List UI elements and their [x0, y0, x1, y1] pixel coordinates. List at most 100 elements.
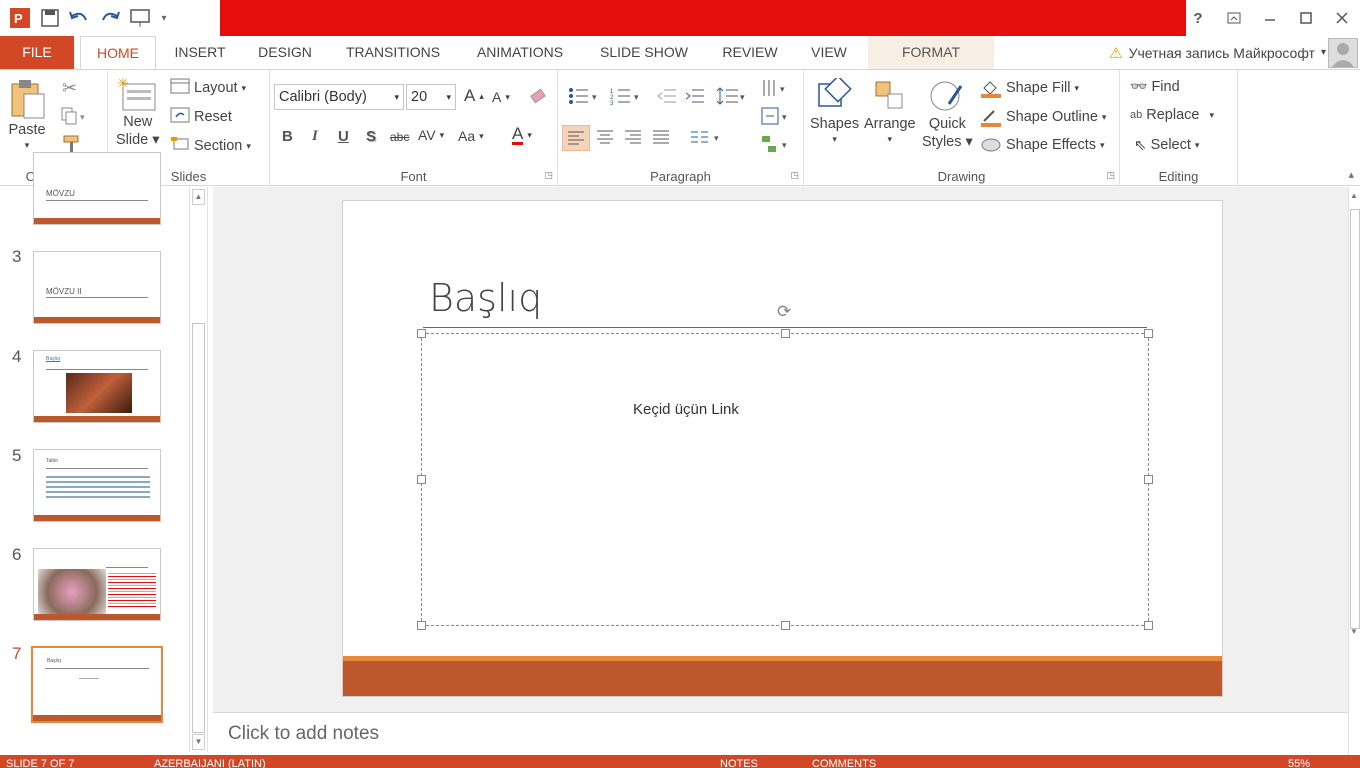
grow-font-button[interactable]: A ▴ [464, 86, 484, 106]
shape-fill-button[interactable]: Shape Fill ▾ [980, 78, 1079, 98]
content-placeholder[interactable]: Keçid üçün Link [417, 329, 1153, 630]
resize-handle[interactable] [1144, 329, 1153, 338]
justify-button[interactable] [652, 129, 670, 145]
tab-home[interactable]: HOME [80, 36, 156, 70]
line-spacing-button[interactable]: ▾ [716, 86, 748, 106]
quick-styles-button[interactable]: Quick Styles ▾ [922, 78, 973, 150]
redo-icon[interactable] [98, 6, 122, 30]
scroll-down-icon[interactable]: ▼ [1350, 627, 1358, 636]
replace-button[interactable]: ab Replace ▾ [1130, 107, 1214, 123]
format-painter-button[interactable] [62, 134, 82, 154]
customize-qat-icon[interactable]: ▾ [158, 6, 170, 30]
tab-design[interactable]: DESIGN [248, 36, 322, 69]
notes-placeholder[interactable]: Click to add notes [228, 723, 379, 745]
scroll-down-icon[interactable]: ▼ [192, 734, 205, 750]
thumbnails-scrollbar[interactable]: ▲ ▼ [189, 187, 208, 752]
font-color-button[interactable]: A ▾ [512, 125, 532, 145]
zoom-level[interactable]: 55% [1288, 758, 1310, 768]
slide-thumbnail[interactable]: Tablo [33, 449, 161, 522]
resize-handle[interactable] [417, 475, 426, 484]
minimize-icon[interactable] [1252, 0, 1288, 36]
tab-format[interactable]: FORMAT [868, 36, 994, 69]
font-name-combobox[interactable]: Calibri (Body) ▾ [274, 84, 404, 110]
dialog-launcher-icon[interactable]: ◳ [790, 170, 799, 181]
close-icon[interactable] [1324, 0, 1360, 36]
shrink-font-button[interactable]: A ▾ [492, 89, 510, 105]
section-button[interactable]: Section ▾ [170, 136, 251, 156]
rotate-handle-icon[interactable]: ⟳ [777, 302, 791, 322]
smartart-button[interactable]: ▾ [760, 134, 792, 154]
dialog-launcher-icon[interactable]: ◳ [1106, 170, 1115, 181]
resize-handle[interactable] [781, 621, 790, 630]
tab-file[interactable]: FILE [0, 36, 74, 69]
dialog-launcher-icon[interactable]: ◳ [544, 170, 553, 181]
account-menu[interactable]: ⚠ Учетная запись Майкрософт ▾ [1109, 36, 1326, 69]
start-presentation-icon[interactable] [128, 6, 152, 30]
clear-formatting-button[interactable] [528, 86, 548, 106]
slide-thumbnail[interactable] [33, 548, 161, 621]
tab-insert[interactable]: INSERT [162, 36, 238, 69]
tab-slide-show[interactable]: SLIDE SHOW [590, 36, 698, 69]
save-icon[interactable] [38, 6, 62, 30]
new-slide-button[interactable]: ✳ New Slide ▾ [116, 76, 160, 148]
slide-title[interactable]: Başlıq [429, 276, 542, 320]
help-button[interactable]: ? [1180, 0, 1216, 36]
arrange-button[interactable]: Arrange ▾ [864, 78, 916, 145]
ribbon-display-icon[interactable] [1216, 0, 1252, 36]
resize-handle[interactable] [781, 329, 790, 338]
resize-handle[interactable] [417, 621, 426, 630]
resize-handle[interactable] [417, 329, 426, 338]
cut-button[interactable]: ✂ [62, 78, 77, 99]
avatar[interactable] [1328, 38, 1358, 68]
tab-transitions[interactable]: TRANSITIONS [334, 36, 452, 69]
scrollbar-thumb[interactable] [192, 323, 205, 733]
language-indicator[interactable]: AZERBAIJANI (LATIN) [154, 758, 266, 768]
decrease-indent-button[interactable] [656, 86, 678, 106]
resize-handle[interactable] [1144, 621, 1153, 630]
bold-button[interactable]: B [282, 128, 293, 145]
shadow-button[interactable]: S [366, 128, 376, 145]
comments-toggle[interactable]: COMMENTS [812, 758, 876, 768]
notes-pane[interactable]: Click to add notes [213, 712, 1348, 755]
content-link-text[interactable]: Keçid üçün Link [633, 401, 739, 418]
resize-handle[interactable] [1144, 475, 1153, 484]
columns-button[interactable]: ▾ [690, 129, 722, 145]
find-button[interactable]: 👓 Find [1130, 78, 1180, 95]
slide-thumbnail[interactable]: MÖVZU [33, 152, 161, 225]
shape-outline-button[interactable]: Shape Outline ▾ [980, 107, 1106, 127]
bullets-button[interactable]: ▾ [568, 86, 600, 106]
shape-effects-button[interactable]: Shape Effects ▾ [980, 136, 1105, 154]
tab-view[interactable]: VIEW [800, 36, 858, 69]
scroll-up-icon[interactable]: ▲ [1350, 191, 1358, 200]
scroll-up-icon[interactable]: ▲ [192, 189, 205, 205]
numbering-button[interactable]: 1 2 3 ▾ [610, 86, 642, 106]
maximize-icon[interactable] [1288, 0, 1324, 36]
change-case-button[interactable]: Aa ▾ [458, 128, 484, 144]
notes-toggle[interactable]: NOTES [720, 758, 758, 768]
select-button[interactable]: ⇖ Select ▾ [1134, 136, 1199, 154]
undo-icon[interactable] [68, 6, 92, 30]
paste-button[interactable]: Paste ▾ [8, 78, 46, 151]
slide-thumbnail[interactable]: Başlıq [33, 350, 161, 423]
font-size-combobox[interactable]: 20 ▾ [406, 84, 456, 110]
align-text-button[interactable]: ▾ [760, 106, 792, 126]
slide-thumbnail[interactable]: MÖVZU II [33, 251, 161, 324]
scrollbar-thumb[interactable] [1350, 209, 1360, 629]
align-left-button[interactable] [562, 125, 590, 151]
align-right-button[interactable] [624, 129, 642, 145]
tab-review[interactable]: REVIEW [712, 36, 788, 69]
collapse-ribbon-icon[interactable]: ▴ [1348, 168, 1354, 181]
layout-button[interactable]: Layout ▾ [170, 78, 246, 98]
character-spacing-button[interactable]: AV ▾ [418, 127, 444, 143]
copy-button[interactable]: ▾ [60, 106, 90, 126]
tab-animations[interactable]: ANIMATIONS [462, 36, 578, 69]
slide-thumbnail-selected[interactable]: Başlıq [31, 646, 163, 723]
shapes-button[interactable]: Shapes ▾ [810, 78, 859, 145]
strikethrough-button[interactable]: abc [390, 130, 409, 144]
underline-button[interactable]: U [338, 128, 349, 145]
main-scrollbar[interactable]: ▲ ▼ [1348, 187, 1360, 755]
increase-indent-button[interactable] [684, 86, 706, 106]
reset-button[interactable]: Reset [170, 107, 232, 127]
italic-button[interactable]: I [312, 128, 318, 145]
text-direction-button[interactable]: ▾ [760, 78, 792, 98]
